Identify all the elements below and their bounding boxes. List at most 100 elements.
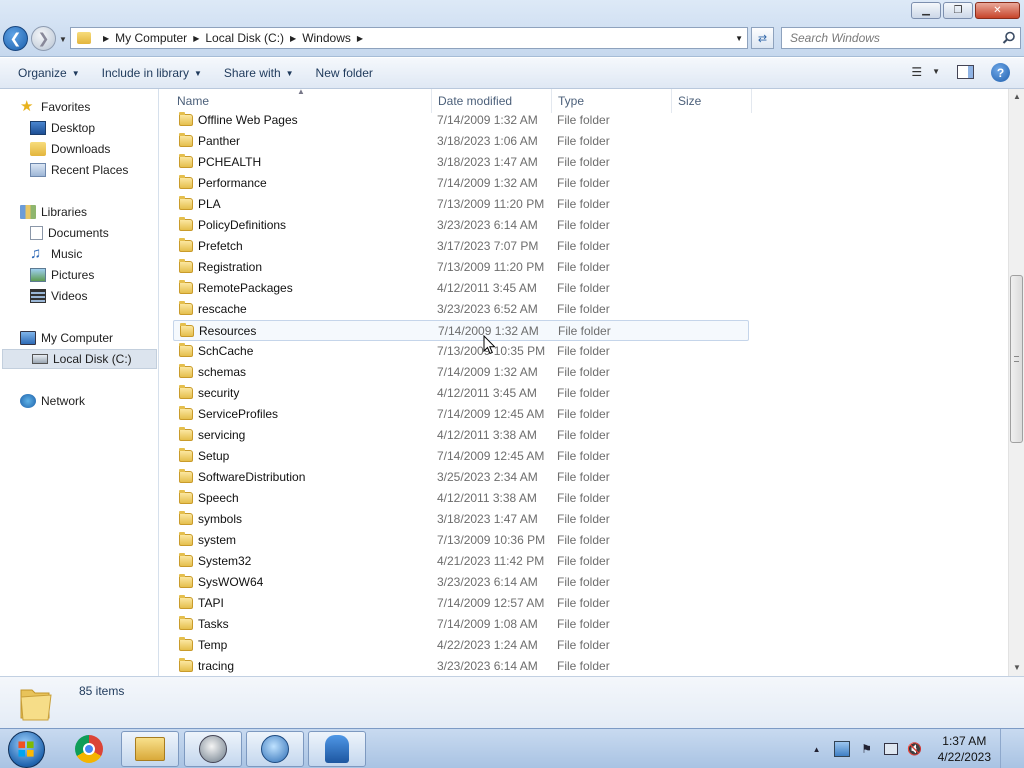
nav-libraries[interactable]: Libraries [20, 202, 87, 222]
share-with-menu[interactable]: Share with ▼ [215, 66, 303, 80]
file-row[interactable]: System32 4/21/2023 11:42 PM File folder [173, 551, 749, 572]
folder-icon [179, 490, 193, 504]
file-row[interactable]: security 4/12/2011 3:45 AM File folder [173, 383, 749, 404]
file-name: schemas [198, 365, 247, 379]
file-row[interactable]: Prefetch 3/17/2023 7:07 PM File folder [173, 236, 749, 257]
file-type: File folder [558, 324, 611, 338]
organize-menu[interactable]: Organize ▼ [9, 66, 89, 80]
file-row[interactable]: Offline Web Pages 7/14/2009 1:32 AM File f… [173, 110, 749, 131]
item-count: 85 items [79, 684, 125, 698]
file-row[interactable]: symbols 3/18/2023 1:47 AM File folder [173, 509, 749, 530]
file-row[interactable]: SysWOW64 3/23/2023 6:14 AM File folder [173, 572, 749, 593]
start-button[interactable] [8, 731, 45, 768]
address-history-dropdown[interactable]: ▼ [735, 34, 743, 43]
nav-label: Documents [48, 226, 109, 240]
file-row[interactable]: Panther 3/18/2023 1:06 AM File folder [173, 131, 749, 152]
file-row[interactable]: PCHEALTH 3/18/2023 1:47 AM File folder [173, 152, 749, 173]
file-row[interactable]: RemotePackages 4/12/2011 3:45 AM File fold… [173, 278, 749, 299]
nav-music[interactable]: ♫ Music [30, 244, 82, 264]
file-row[interactable]: servicing 4/12/2011 3:38 AM File folder [173, 425, 749, 446]
file-date-modified: 3/25/2023 2:34 AM [437, 470, 538, 484]
tray-app-icon[interactable] [833, 741, 850, 757]
nav-my-computer[interactable]: My Computer [20, 328, 113, 348]
file-row[interactable]: TAPI 7/14/2009 12:57 AM File folder [173, 593, 749, 614]
file-type: File folder [557, 533, 610, 547]
vertical-scrollbar[interactable]: ▲ ▼ [1008, 89, 1024, 676]
taskbar-windows-explorer[interactable] [121, 731, 179, 767]
file-row[interactable]: Tasks 7/14/2009 1:08 AM File folder [173, 614, 749, 635]
file-row[interactable]: rescache 3/23/2023 6:52 AM File folder [173, 299, 749, 320]
forward-button[interactable]: ❯ [31, 26, 56, 51]
file-type: File folder [557, 554, 610, 568]
file-row[interactable]: system 7/13/2009 10:36 PM File folder [173, 530, 749, 551]
taskbar-app-3[interactable] [184, 731, 242, 767]
chevron-right-icon[interactable]: ▶ [103, 34, 109, 43]
chevron-right-icon[interactable]: ▶ [193, 34, 199, 43]
nav-desktop[interactable]: Desktop [30, 118, 95, 138]
file-row[interactable]: Performance 7/14/2009 1:32 AM File folder [173, 173, 749, 194]
nav-downloads[interactable]: Downloads [30, 139, 110, 159]
scroll-thumb[interactable] [1010, 275, 1023, 443]
nav-videos[interactable]: Videos [30, 286, 87, 306]
back-button[interactable]: ❮ [3, 26, 28, 51]
include-in-library-menu[interactable]: Include in library ▼ [93, 66, 211, 80]
nav-recent-places[interactable]: Recent Places [30, 160, 128, 180]
taskbar-chrome[interactable] [60, 731, 118, 767]
file-row[interactable]: Resources 7/14/2009 1:32 AM File folder [173, 320, 749, 341]
taskbar-app-4[interactable] [246, 731, 304, 767]
search-box[interactable] [781, 27, 1021, 49]
file-row[interactable]: PolicyDefinitions 3/23/2023 6:14 AM File f… [173, 215, 749, 236]
scroll-down-arrow[interactable]: ▼ [1009, 660, 1024, 676]
show-hidden-icons-icon[interactable]: ▲ [809, 741, 825, 757]
search-icon[interactable] [1002, 31, 1016, 45]
nav-pictures[interactable]: Pictures [30, 265, 94, 285]
breadcrumb-windows[interactable]: Windows [302, 31, 351, 45]
file-row[interactable]: schemas 7/14/2009 1:32 AM File folder [173, 362, 749, 383]
recent-pages-dropdown[interactable]: ▼ [59, 35, 67, 44]
folder-icon [179, 217, 193, 231]
chevron-right-icon[interactable]: ▶ [357, 34, 363, 43]
clock[interactable]: 1:37 AM 4/22/2023 [938, 733, 991, 765]
file-row[interactable]: Speech 4/12/2011 3:38 AM File folder [173, 488, 749, 509]
nav-documents[interactable]: Documents [30, 223, 109, 243]
change-view-button[interactable]: ☰ ▼ [911, 65, 940, 79]
file-row[interactable]: Temp 4/22/2023 1:24 AM File folder [173, 635, 749, 656]
chevron-down-icon: ▼ [285, 68, 294, 78]
new-folder-button[interactable]: New folder [307, 66, 382, 80]
network-status-icon[interactable] [883, 743, 898, 755]
show-desktop-button[interactable] [1000, 729, 1014, 768]
search-input[interactable] [790, 31, 1000, 45]
action-center-flag-icon[interactable]: ⚑ [859, 741, 875, 757]
help-button[interactable]: ? [991, 63, 1010, 82]
file-row[interactable]: tracing 3/23/2023 6:14 AM File folder [173, 656, 749, 676]
volume-muted-icon[interactable]: 🔇 [907, 741, 923, 757]
scroll-up-arrow[interactable]: ▲ [1009, 89, 1024, 105]
file-row[interactable]: Setup 7/14/2009 12:45 AM File folder [173, 446, 749, 467]
file-name: System32 [198, 554, 252, 568]
file-row[interactable]: SoftwareDistribution 3/25/2023 2:34 AM Fil… [173, 467, 749, 488]
file-row[interactable]: PLA 7/13/2009 11:20 PM File folder [173, 194, 749, 215]
file-row[interactable]: ServiceProfiles 7/14/2009 12:45 AM File fo… [173, 404, 749, 425]
breadcrumb-local-disk[interactable]: Local Disk (C:) [205, 31, 284, 45]
breadcrumb-my-computer[interactable]: My Computer [115, 31, 187, 45]
maximize-button[interactable]: ❐ [943, 2, 973, 19]
file-name: SchCache [198, 344, 254, 358]
file-row[interactable]: SchCache 7/13/2009 10:35 PM File folder [173, 341, 749, 362]
file-row[interactable]: Registration 7/13/2009 11:20 PM File folde… [173, 257, 749, 278]
nav-label: Downloads [51, 142, 111, 156]
chevron-right-icon[interactable]: ▶ [290, 34, 296, 43]
chrome-icon [75, 735, 103, 763]
nav-local-disk[interactable]: Local Disk (C:) [2, 349, 157, 369]
file-name: Prefetch [198, 239, 243, 253]
file-type: File folder [557, 239, 610, 253]
refresh-button[interactable]: ⇄ [751, 27, 774, 49]
nav-favorites[interactable]: ★ Favorites [20, 97, 90, 117]
nav-network[interactable]: Network [20, 391, 85, 411]
taskbar-app-5[interactable] [308, 731, 366, 767]
close-button[interactable]: ✕ [975, 2, 1020, 19]
file-type: File folder [557, 155, 610, 169]
folder-large-icon [20, 689, 52, 721]
address-bar[interactable]: ▶ My Computer ▶ Local Disk (C:) ▶ Window… [70, 27, 748, 49]
preview-pane-button[interactable] [957, 65, 974, 79]
minimize-button[interactable]: ▁ [911, 2, 941, 19]
